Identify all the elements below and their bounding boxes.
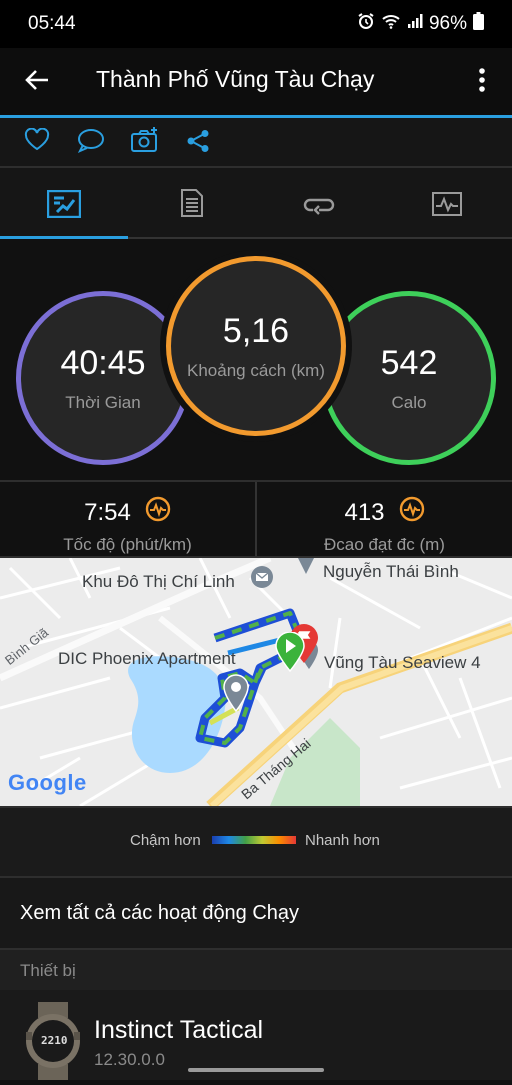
tab-bar xyxy=(0,168,512,238)
comment-icon[interactable] xyxy=(77,128,105,159)
view-all-runs-button[interactable]: Xem tất cả các hoạt động Chạy xyxy=(0,878,512,948)
status-bar: 05:44 96% xyxy=(0,0,512,48)
metric-row: 7:54 Tốc độ (phút/km) 413 Đcao đạt đc (m… xyxy=(0,482,512,556)
calories-label: Calo xyxy=(391,392,427,412)
elevation-metric: 413 Đcao đạt đc (m) xyxy=(257,482,512,556)
time-value: 40:45 xyxy=(60,343,146,382)
map-label-seaview: Vũng Tàu Seaview 4 xyxy=(324,653,481,672)
map-label-dic-phoenix: DIC Phoenix Apartment xyxy=(58,649,236,668)
more-options-icon[interactable] xyxy=(478,67,486,98)
tab-details-icon[interactable] xyxy=(180,188,204,223)
pace-label: Tốc độ (phút/km) xyxy=(63,535,192,554)
elevation-chart-icon[interactable] xyxy=(399,496,425,529)
device-name: Instinct Tactical xyxy=(94,1016,264,1044)
tab-charts-icon[interactable] xyxy=(432,192,462,221)
map-label-chi-linh: Khu Đô Thị Chí Linh xyxy=(82,572,235,591)
share-icon[interactable] xyxy=(186,129,210,158)
map-canvas xyxy=(0,558,512,806)
legend-faster-label: Nhanh hơn xyxy=(305,832,380,849)
page-title: Thành Phố Vũng Tàu Chạy xyxy=(96,66,375,92)
mail-poi-icon xyxy=(250,565,274,594)
gesture-nav-bar[interactable] xyxy=(188,1068,324,1072)
pace-chart-icon[interactable] xyxy=(145,496,171,529)
wifi-icon xyxy=(381,13,401,35)
status-icons: 96% xyxy=(357,12,484,36)
devices-section-header: Thiết bị xyxy=(0,950,512,990)
pace-metric: 7:54 Tốc độ (phút/km) xyxy=(0,482,255,556)
battery-percent: 96% xyxy=(428,13,467,34)
distance-value: 5,16 xyxy=(222,311,290,350)
watch-face-time: 2210 xyxy=(41,1034,68,1047)
distance-label: Khoảng cách (km) xyxy=(187,360,325,380)
stats-area: 40:45 Thời Gian 542 Calo 5,16 Khoảng các… xyxy=(0,240,512,480)
device-row[interactable]: 2210 Instinct Tactical 12.30.0.0 xyxy=(0,990,512,1080)
map-label-nguyen-thai-binh: Nguyễn Thái Bình xyxy=(323,562,459,581)
status-time: 05:44 xyxy=(28,13,76,34)
calories-stat-circle: 542 Calo xyxy=(322,291,496,465)
legend-slower-label: Chậm hơn xyxy=(130,832,201,849)
legend-gradient-bar xyxy=(212,836,296,844)
elevation-label: Đcao đạt đc (m) xyxy=(324,535,445,554)
start-marker-icon xyxy=(273,631,307,677)
pace-value: 7:54 xyxy=(84,498,131,526)
map-pin-icon xyxy=(296,558,316,581)
time-label: Thời Gian xyxy=(65,392,141,412)
active-tab-indicator xyxy=(0,236,128,239)
like-heart-icon[interactable] xyxy=(24,127,50,157)
device-version: 12.30.0.0 xyxy=(94,1050,165,1069)
pace-legend: Chậm hơn Nhanh hơn xyxy=(0,808,512,876)
add-photo-icon[interactable] xyxy=(130,126,160,159)
route-map[interactable]: Khu Đô Thị Chí Linh Nguyễn Thái Bình DIC… xyxy=(0,558,512,806)
distance-stat-circle: 5,16 Khoảng cách (km) xyxy=(166,256,346,436)
tab-overview-icon[interactable] xyxy=(46,189,82,223)
back-arrow-icon[interactable] xyxy=(24,68,50,97)
app-bar: Thành Phố Vũng Tàu Chạy xyxy=(0,48,512,115)
signal-icon xyxy=(407,13,423,35)
calories-value: 542 xyxy=(380,343,438,382)
view-all-runs-label: Xem tất cả các hoạt động Chạy xyxy=(20,902,300,924)
time-stat-circle: 40:45 Thời Gian xyxy=(16,291,190,465)
alarm-icon xyxy=(357,12,375,36)
action-bar xyxy=(0,118,512,166)
devices-header-label: Thiết bị xyxy=(20,961,76,980)
google-logo: Google xyxy=(8,770,87,795)
map-pin-icon xyxy=(222,674,250,717)
elevation-value: 413 xyxy=(344,498,385,526)
tab-laps-icon[interactable] xyxy=(303,192,335,221)
battery-icon xyxy=(473,12,484,36)
